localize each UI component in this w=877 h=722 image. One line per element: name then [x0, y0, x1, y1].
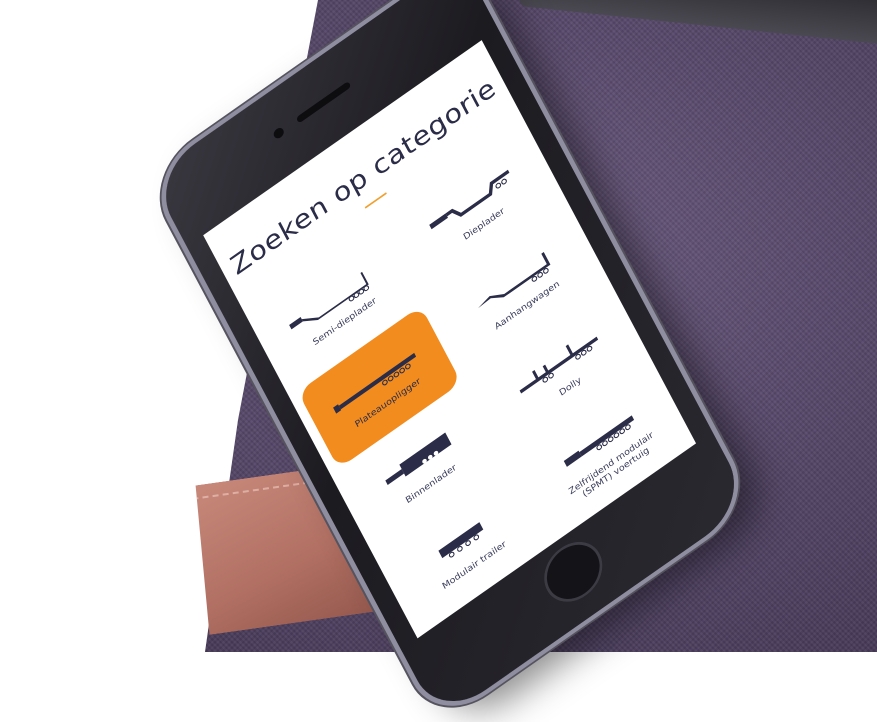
category-label: Dolly	[557, 375, 583, 399]
front-camera-icon	[272, 125, 286, 141]
earpiece-speaker	[295, 80, 352, 124]
title-underline	[364, 192, 387, 209]
